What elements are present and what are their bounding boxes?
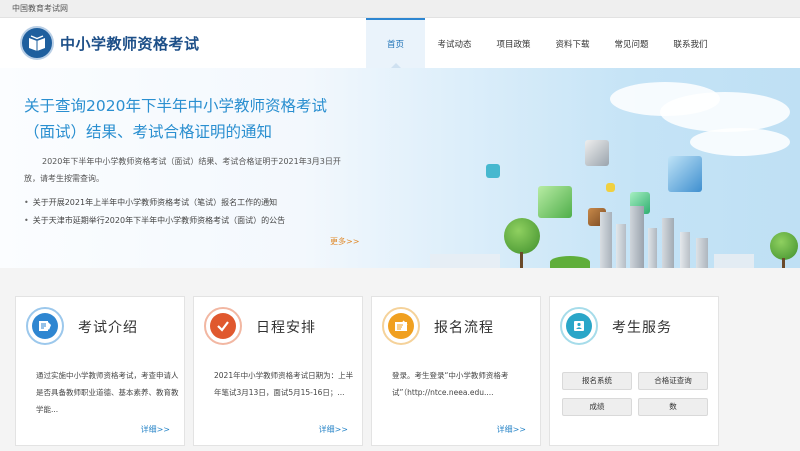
- card-title[interactable]: 日程安排: [256, 317, 316, 337]
- nav-faq[interactable]: 常见问题: [602, 18, 661, 68]
- site-title[interactable]: 中小学教师资格考试: [60, 33, 200, 54]
- cube-shape: [606, 183, 615, 192]
- header: 中小学教师资格考试 首页 考试动态 项目政策 资料下载 常见问题 联系我们: [0, 18, 800, 68]
- banner-description: 2020年下半年中小学教师资格考试（面试）结果、考试合格证明于2021年3月3日…: [24, 157, 341, 183]
- card-icon-ring: [560, 307, 598, 345]
- cube-shape: [585, 140, 609, 166]
- cube-shape: [486, 164, 500, 178]
- card-schedule[interactable]: 日程安排 2021年中小学教师资格考试日期为：上半年笔试3月13日，面试5月15…: [193, 296, 363, 446]
- top-bar-site-label[interactable]: 中国教育考试网: [12, 3, 68, 14]
- site-logo[interactable]: [20, 26, 54, 60]
- card-detail-link[interactable]: 详细>>: [141, 424, 170, 435]
- card-summary: 2021年中小学教师资格考试日期为：上半年笔试3月13日，面试5月15-16日；…: [214, 371, 354, 397]
- card-candidate-services[interactable]: 考生服务 报名系统 合格证查询 成绩 数: [549, 296, 719, 446]
- data-service-button[interactable]: 数: [638, 398, 708, 416]
- banner-headline[interactable]: 关于查询2020年下半年中小学教师资格考试（面试）结果、考试合格证明的通知: [24, 93, 354, 145]
- card-summary: 登录。考生登录“中小学教师资格考试”（http://ntce.neea.edu.…: [392, 371, 509, 397]
- nav-home[interactable]: 首页: [366, 18, 425, 68]
- nav-policy[interactable]: 项目政策: [484, 18, 543, 68]
- card-detail-link[interactable]: 详细>>: [319, 424, 348, 435]
- card-icon-ring: [382, 307, 420, 345]
- card-icon-ring: [204, 307, 242, 345]
- feature-cards: 考试介绍 通过实施中小学教师资格考试，考查申请人是否具备教师职业道德、基本素养、…: [0, 268, 800, 451]
- score-query-button[interactable]: 成绩: [562, 398, 632, 416]
- card-exam-intro[interactable]: 考试介绍 通过实施中小学教师资格考试，考查申请人是否具备教师职业道德、基本素养、…: [15, 296, 185, 446]
- id-card-icon: [566, 313, 592, 339]
- more-link[interactable]: 更多>>: [330, 236, 359, 247]
- checkmark-icon: [210, 313, 236, 339]
- cube-shape: [538, 186, 572, 218]
- banner-news-list: 关于开展2021年上半年中小学教师资格考试（笔试）报名工作的通知 关于天津市延期…: [24, 194, 364, 230]
- certificate-query-button[interactable]: 合格证查询: [638, 372, 708, 390]
- nav-contact[interactable]: 联系我们: [661, 18, 720, 68]
- cloud-shape: [660, 92, 790, 132]
- tree-trunk: [520, 252, 523, 268]
- cloud-shape: [690, 128, 790, 156]
- hero-banner: 关于查询2020年下半年中小学教师资格考试（面试）结果、考试合格证明的通知 20…: [0, 68, 800, 268]
- card-title[interactable]: 报名流程: [434, 317, 494, 337]
- nav-exam-news[interactable]: 考试动态: [425, 18, 484, 68]
- cube-shape: [668, 156, 702, 192]
- nav-downloads[interactable]: 资料下载: [543, 18, 602, 68]
- book-logo-icon: [29, 35, 45, 51]
- book-icon: [32, 313, 58, 339]
- top-bar: 中国教育考试网: [0, 0, 800, 18]
- bush-shape: [550, 256, 590, 268]
- news-item[interactable]: 关于天津市延期举行2020年下半年中小学教师资格考试（面试）的公告: [24, 212, 364, 230]
- tree-trunk: [782, 258, 785, 268]
- tree-shape: [504, 218, 540, 254]
- main-nav: 首页 考试动态 项目政策 资料下载 常见问题 联系我们: [366, 18, 720, 68]
- registration-system-button[interactable]: 报名系统: [562, 372, 632, 390]
- tree-shape: [770, 232, 798, 260]
- city-skyline: [410, 206, 800, 268]
- card-icon-ring: [26, 307, 64, 345]
- card-title[interactable]: 考生服务: [612, 317, 672, 337]
- card-detail-link[interactable]: 详细>>: [497, 424, 526, 435]
- card-registration[interactable]: 报名流程 登录。考生登录“中小学教师资格考试”（http://ntce.neea…: [371, 296, 541, 446]
- news-item[interactable]: 关于开展2021年上半年中小学教师资格考试（笔试）报名工作的通知: [24, 194, 364, 212]
- card-summary: 通过实施中小学教师资格考试，考查申请人是否具备教师职业道德、基本素养、教育教学能…: [36, 371, 179, 414]
- card-title[interactable]: 考试介绍: [78, 317, 138, 337]
- signup-form-icon: [388, 313, 414, 339]
